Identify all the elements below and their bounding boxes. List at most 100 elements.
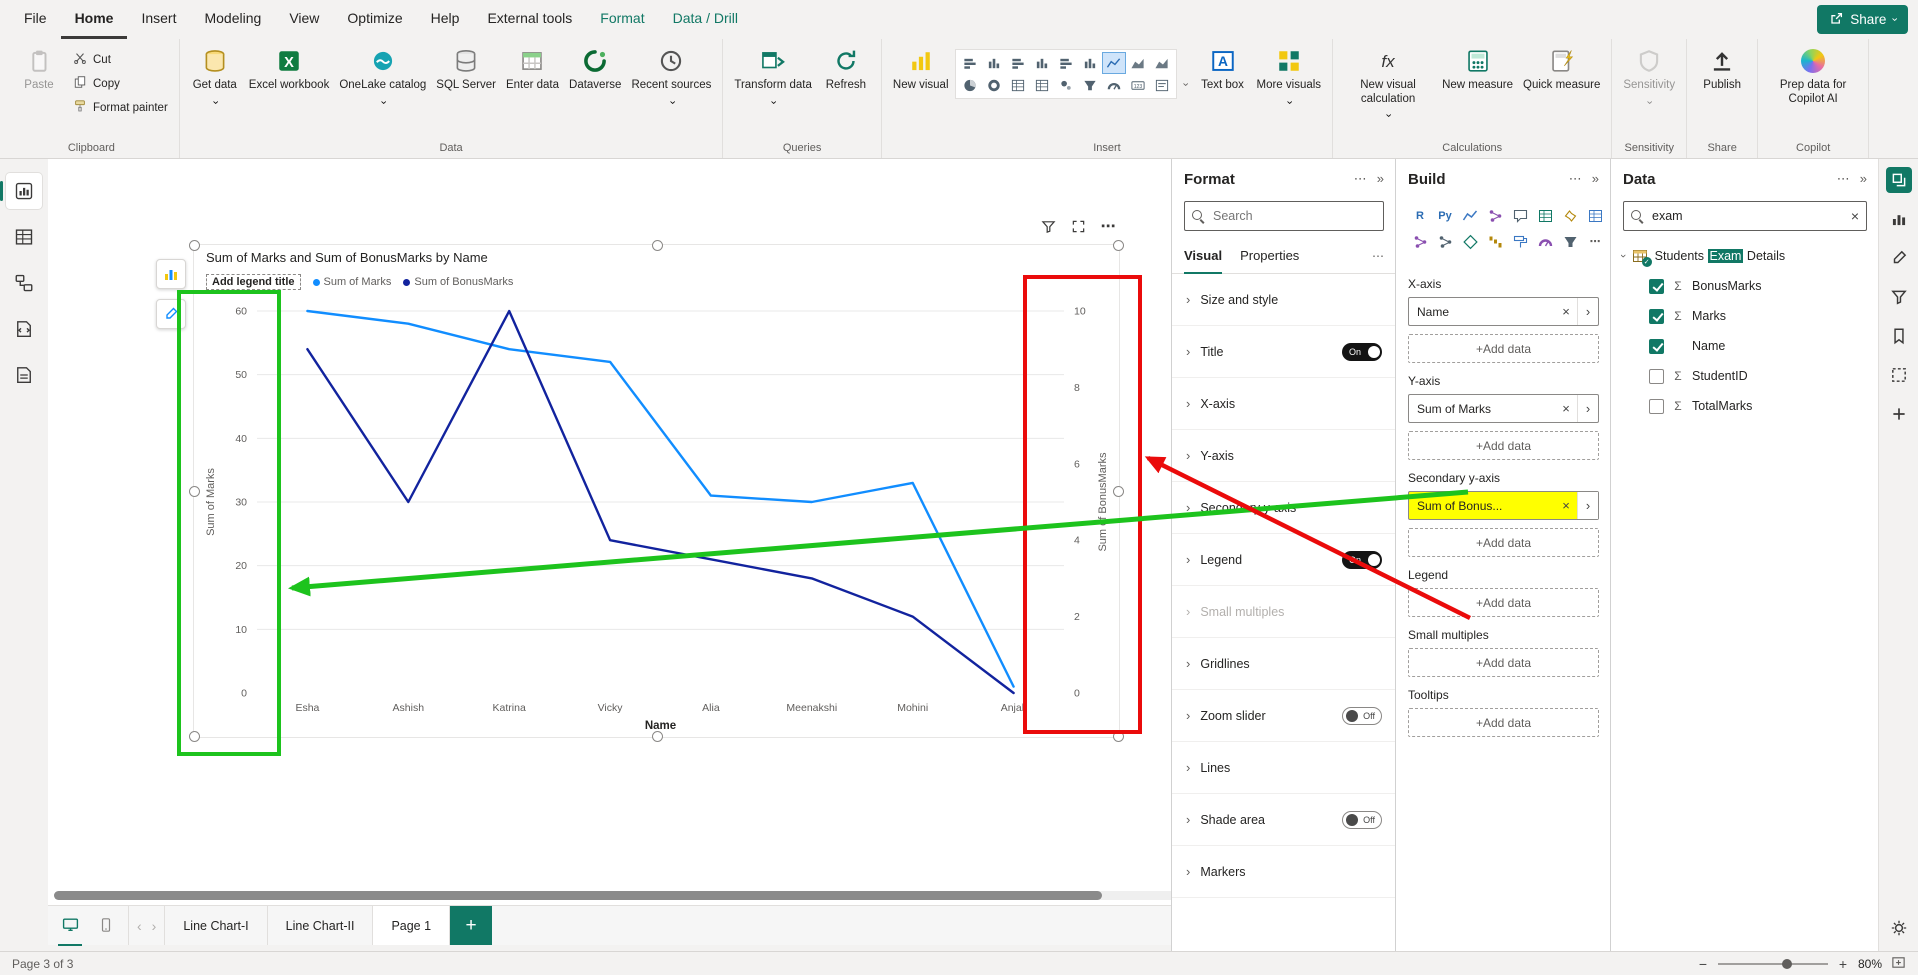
remove-field-icon[interactable]: ×	[1555, 498, 1577, 513]
desktop-view-icon[interactable]	[58, 905, 82, 946]
menu-item-insert[interactable]: Insert	[127, 0, 190, 39]
field-row-studentid[interactable]: ΣStudentID	[1621, 361, 1869, 391]
focus-mode-icon[interactable]	[1069, 217, 1087, 235]
zoom-out-icon[interactable]: −	[1697, 956, 1709, 972]
field-row-marks[interactable]: ΣMarks	[1621, 301, 1869, 331]
tab-visual[interactable]: Visual	[1184, 238, 1222, 274]
horizontal-scrollbar[interactable]	[54, 891, 1206, 900]
resize-handle-top-left[interactable]	[189, 240, 200, 251]
menu-item-data-drill[interactable]: Data / Drill	[659, 0, 752, 39]
report-view-icon[interactable]	[6, 173, 42, 209]
format-section-markers[interactable]: ›Markers	[1172, 846, 1396, 898]
model-view-icon[interactable]	[6, 265, 42, 301]
data-search-input[interactable]	[1650, 208, 1845, 224]
resize-handle-bottom-center[interactable]	[652, 731, 663, 742]
slicer-icon[interactable]	[1151, 75, 1173, 95]
mobile-view-icon[interactable]	[94, 905, 118, 946]
recent-sources-button[interactable]: Recent sources›	[627, 41, 715, 110]
zoom-slider-knob[interactable]	[1782, 959, 1792, 969]
more-options-icon[interactable]: ⋯	[1583, 229, 1607, 254]
field-chip-sum-of-bonus-[interactable]: Sum of Bonus...×›	[1408, 491, 1599, 520]
python-visual-icon[interactable]: Py	[1433, 203, 1457, 228]
zoom-slider[interactable]	[1718, 963, 1828, 965]
r-script-visual-icon[interactable]: R	[1408, 203, 1432, 228]
format-section-zoom-slider[interactable]: ›Zoom sliderOff	[1172, 690, 1396, 742]
field-menu-chevron-icon[interactable]: ›	[1577, 395, 1598, 422]
line-chart-icon[interactable]	[1458, 203, 1482, 228]
table-icon[interactable]	[1007, 75, 1029, 95]
filters-pane-icon[interactable]	[1886, 284, 1912, 310]
line-chart-visual[interactable]: ⋯ Sum of Marks and Sum of BonusMarks by …	[194, 245, 1119, 737]
menu-item-format[interactable]: Format	[586, 0, 658, 39]
line-chart-icon[interactable]	[1103, 53, 1125, 73]
stacked-bar-chart-icon[interactable]	[959, 53, 981, 73]
field-row-name[interactable]: Name	[1621, 331, 1869, 361]
clustered-column-chart-icon[interactable]	[1031, 53, 1053, 73]
more-options-icon[interactable]: ⋯	[1569, 171, 1582, 187]
report-canvas[interactable]: ⋯ Sum of Marks and Sum of BonusMarks by …	[48, 159, 1219, 905]
format-section-secondary-y-axis[interactable]: ›Secondary y-axis	[1172, 482, 1396, 534]
menu-item-optimize[interactable]: Optimize	[333, 0, 416, 39]
table-view-icon[interactable]	[6, 219, 42, 255]
prep-data-for-copilot-ai-button[interactable]: Prep data for Copilot AI	[1765, 41, 1861, 108]
page-tab-line-chart-i[interactable]: Line Chart-I	[165, 906, 267, 945]
field-menu-chevron-icon[interactable]: ›	[1577, 492, 1598, 519]
new-visual-calculation-button[interactable]: fxNew visual calculation›	[1340, 41, 1436, 123]
tmdl-view-icon[interactable]	[6, 357, 42, 393]
menu-item-modeling[interactable]: Modeling	[190, 0, 275, 39]
publish-button[interactable]: Publish	[1694, 41, 1750, 95]
menu-item-external-tools[interactable]: External tools	[473, 0, 586, 39]
more-options-icon[interactable]: ⋯	[1837, 171, 1850, 187]
more-options-icon[interactable]: ⋯	[1099, 217, 1117, 235]
add-pane-icon[interactable]	[1886, 401, 1912, 427]
remove-field-icon[interactable]: ×	[1555, 304, 1577, 319]
marks-checkbox[interactable]	[1649, 309, 1664, 324]
data-pane-icon[interactable]	[1886, 167, 1912, 193]
format-search-input[interactable]	[1211, 208, 1376, 224]
map-icon[interactable]	[1055, 75, 1077, 95]
collapse-pane-icon[interactable]: »	[1860, 171, 1867, 187]
prev-page-icon[interactable]: ‹	[137, 918, 142, 934]
sql-server-button[interactable]: SQL Server	[432, 41, 500, 95]
format-pane-icon[interactable]	[1886, 245, 1912, 271]
share-button[interactable]: Share ›	[1817, 5, 1908, 34]
menu-item-view[interactable]: View	[275, 0, 333, 39]
gauge-icon[interactable]	[1533, 229, 1557, 254]
100-stacked-column-chart-icon[interactable]	[1079, 53, 1101, 73]
gauge-icon[interactable]	[1103, 75, 1125, 95]
settings-gear-icon[interactable]	[1886, 915, 1912, 941]
stacked-area-chart-icon[interactable]	[1151, 53, 1173, 73]
dax-query-view-icon[interactable]	[6, 311, 42, 347]
sensitivity-button[interactable]: Sensitivity›	[1619, 41, 1679, 110]
get-data-button[interactable]: Get data›	[187, 41, 243, 110]
copy-button[interactable]: Copy	[69, 73, 172, 94]
more-visuals-button[interactable]: More visuals›	[1253, 41, 1326, 110]
refresh-button[interactable]: Refresh	[818, 41, 874, 95]
more-options-icon[interactable]: ⋯	[1372, 249, 1384, 263]
field-row-bonusmarks[interactable]: ΣBonusMarks	[1621, 271, 1869, 301]
remove-field-icon[interactable]: ×	[1555, 401, 1577, 416]
menu-item-help[interactable]: Help	[417, 0, 474, 39]
zoom-in-icon[interactable]: +	[1837, 956, 1849, 972]
resize-handle-top-center[interactable]	[652, 240, 663, 251]
format-section-small-multiples[interactable]: ›Small multiples	[1172, 586, 1396, 638]
legend-toggle[interactable]: On	[1342, 551, 1382, 569]
new-visual-button[interactable]: New visual	[889, 41, 953, 95]
pie-chart-icon[interactable]	[959, 75, 981, 95]
format-flyout-button[interactable]	[156, 299, 186, 329]
paginated-report-icon[interactable]	[1533, 203, 1557, 228]
totalmarks-checkbox[interactable]	[1649, 399, 1664, 414]
horizontal-scrollbar-thumb[interactable]	[54, 891, 1102, 900]
enter-data-button[interactable]: Enter data	[502, 41, 563, 95]
onelake-catalog-button[interactable]: OneLake catalog›	[335, 41, 430, 110]
format-painter-button[interactable]: Format painter	[69, 97, 172, 118]
100-stacked-bar-chart-icon[interactable]	[1055, 53, 1077, 73]
waterfall-chart-icon[interactable]	[1483, 229, 1507, 254]
excel-workbook-button[interactable]: XExcel workbook	[245, 41, 334, 95]
ribbon-chart-icon[interactable]	[1483, 203, 1507, 228]
bookmarks-pane-icon[interactable]	[1886, 323, 1912, 349]
add-data-tooltips[interactable]: +Add data	[1408, 708, 1599, 737]
qna-visual-icon[interactable]	[1458, 229, 1482, 254]
resize-handle-mid-right[interactable]	[1113, 486, 1124, 497]
studentid-checkbox[interactable]	[1649, 369, 1664, 384]
